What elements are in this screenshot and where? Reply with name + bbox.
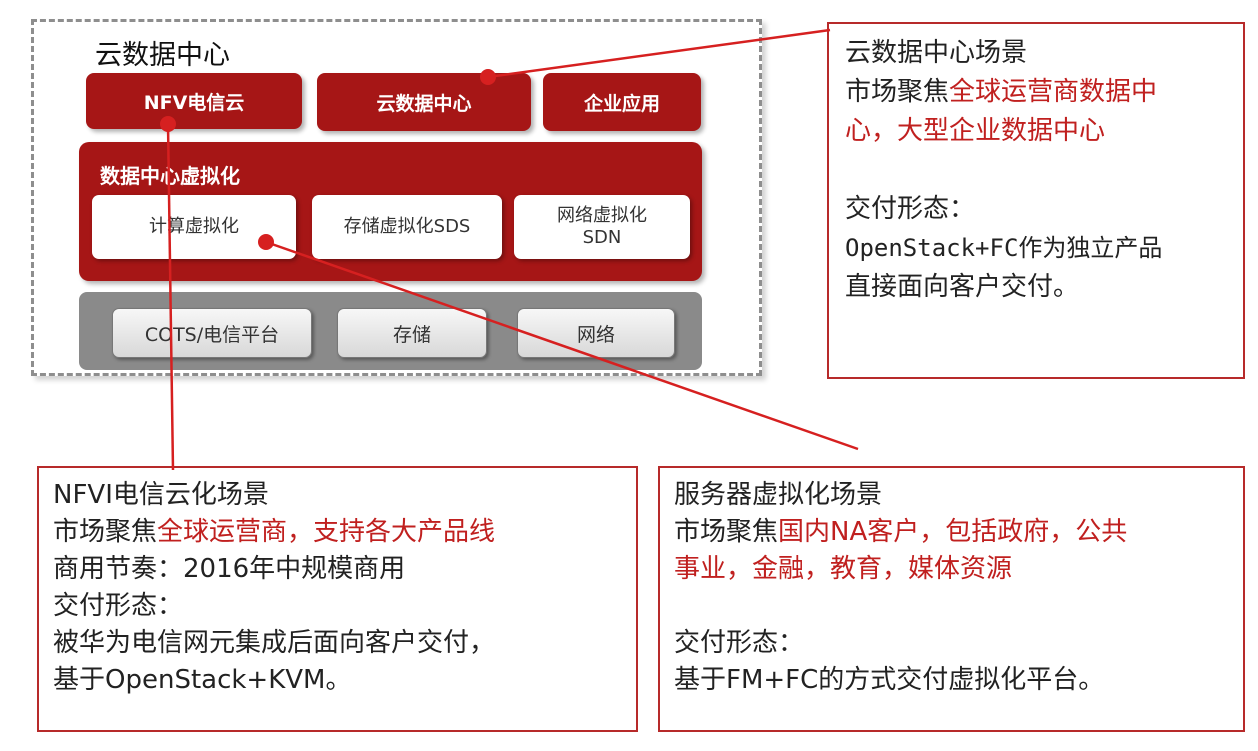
anchor-dot-nfvi [160,116,176,132]
anchor-dot-cloud-dc [480,69,496,85]
connector-nfvi [166,123,175,471]
anchor-dot-compute [258,234,274,250]
connector-cloud-dc [487,28,831,79]
connector-server-virt [265,240,859,451]
connector-lines [160,28,859,471]
